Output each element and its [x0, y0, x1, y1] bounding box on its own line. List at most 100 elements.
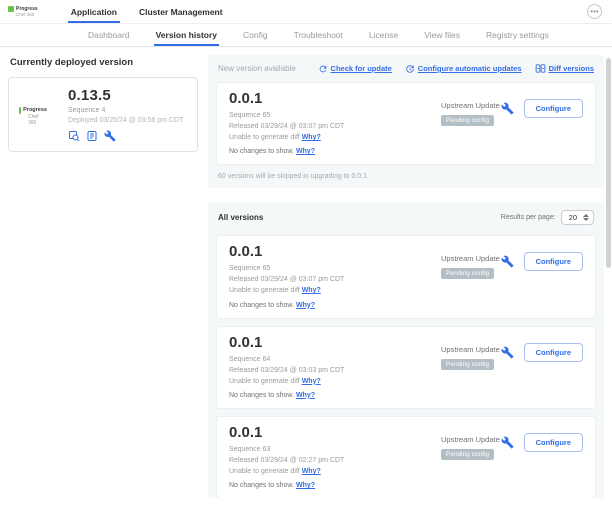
skip-notice: 60 versions will be skipped in upgrading… — [218, 173, 594, 180]
top-bar: Progress Chef 360 Application Cluster Ma… — [0, 0, 612, 24]
check-for-update-link[interactable]: Check for update — [318, 64, 392, 74]
no-changes-text: No changes to show. — [229, 302, 294, 309]
edit-config-icon[interactable] — [501, 255, 514, 268]
unable-diff-text: Unable to generate diff — [229, 378, 300, 385]
deployed-sequence: Sequence 4 — [68, 107, 183, 114]
deployed-version-panel: Currently deployed version Progress Chef… — [8, 55, 198, 498]
no-changes-status: No changes to show.Why? — [229, 148, 441, 155]
diff-versions-link[interactable]: Diff versions — [535, 63, 594, 74]
why-link[interactable]: Why? — [302, 378, 321, 385]
version-sequence: Sequence 65 — [229, 264, 441, 273]
subnav-dashboard[interactable]: Dashboard — [88, 24, 130, 46]
all-versions-section: All versions Results per page: 20 0.0.1 … — [208, 202, 604, 498]
release-notes-icon[interactable] — [86, 130, 98, 142]
deployed-timestamp: Deployed 03/25/24 @ 03:56 pm CDT — [68, 117, 183, 124]
no-changes-status: No changes to show.Why? — [229, 392, 441, 399]
version-released: Released 03/29/24 @ 03:07 pm CDT — [229, 122, 441, 131]
new-version-card: 0.0.1 Sequence 65 Released 03/29/24 @ 03… — [216, 82, 596, 165]
upstream-update-label: Upstream Update — [441, 101, 500, 110]
version-row: 0.0.1 Sequence 65 Released 03/29/24 @ 03… — [216, 235, 596, 318]
scrollbar[interactable] — [606, 58, 611, 268]
logo-product: Chef 360 — [16, 12, 38, 17]
diff-status: Unable to generate diffWhy? — [229, 467, 441, 476]
diff-status: Unable to generate diffWhy? — [229, 133, 441, 142]
why-link[interactable]: Why? — [296, 482, 315, 489]
configure-button[interactable]: Configure — [524, 252, 583, 271]
diff-status: Unable to generate diffWhy? — [229, 377, 441, 386]
version-number: 0.0.1 — [229, 90, 441, 107]
subnav-config[interactable]: Config — [243, 24, 268, 46]
tab-cluster-management[interactable]: Cluster Management — [136, 0, 226, 23]
subnav-view-files[interactable]: View files — [424, 24, 460, 46]
configure-button[interactable]: Configure — [524, 433, 583, 452]
version-released: Released 03/29/24 @ 03:07 pm CDT — [229, 275, 441, 284]
pending-config-badge: Pending config — [441, 449, 494, 460]
pending-config-badge: Pending config — [441, 115, 494, 126]
all-versions-title: All versions — [218, 213, 263, 222]
diff-status: Unable to generate diffWhy? — [229, 286, 441, 295]
unable-diff-text: Unable to generate diff — [229, 287, 300, 294]
logo-product: Chef 360 — [28, 114, 47, 126]
new-version-title: New version available — [218, 64, 296, 73]
logo-icon — [19, 107, 21, 114]
no-changes-text: No changes to show. — [229, 392, 294, 399]
deployed-version-number: 0.13.5 — [68, 87, 183, 104]
diff-icon — [535, 63, 546, 74]
version-history-panel: New version available Check for update C… — [208, 55, 604, 498]
pending-config-badge: Pending config — [441, 359, 494, 370]
unable-diff-text: Unable to generate diff — [229, 468, 300, 475]
tab-application[interactable]: Application — [68, 0, 120, 23]
app-logo-small: Progress Chef 360 — [19, 87, 47, 142]
deployed-heading: Currently deployed version — [10, 57, 198, 68]
refresh-icon — [318, 64, 328, 74]
version-sequence: Sequence 64 — [229, 355, 441, 364]
unable-diff-text: Unable to generate diff — [229, 134, 300, 141]
version-number: 0.0.1 — [229, 243, 441, 260]
why-link[interactable]: Why? — [302, 468, 321, 475]
results-per-page-label: Results per page: — [501, 214, 556, 221]
version-released: Released 03/29/24 @ 02:27 pm CDT — [229, 456, 441, 465]
edit-config-icon[interactable] — [501, 436, 514, 449]
logo-brand: Progress — [23, 107, 47, 113]
results-per-page-select[interactable]: 20 — [561, 210, 594, 225]
upstream-update-label: Upstream Update — [441, 345, 500, 354]
version-row: 0.0.1 Sequence 63 Released 03/29/24 @ 02… — [216, 416, 596, 498]
version-row: 0.0.1 Sequence 64 Released 03/29/24 @ 03… — [216, 326, 596, 409]
subnav-version-history[interactable]: Version history — [156, 24, 217, 46]
why-link[interactable]: Why? — [302, 134, 321, 141]
logo-icon — [8, 6, 14, 12]
version-sequence: Sequence 65 — [229, 111, 441, 120]
version-number: 0.0.1 — [229, 334, 441, 351]
configure-automatic-updates-link[interactable]: Configure automatic updates — [405, 64, 522, 74]
no-changes-status: No changes to show.Why? — [229, 302, 441, 309]
stepper-icon — [583, 214, 589, 221]
deployed-version-card: Progress Chef 360 0.13.5 Sequence 4 Depl… — [8, 77, 198, 152]
configure-button[interactable]: Configure — [524, 99, 583, 118]
pending-config-badge: Pending config — [441, 268, 494, 279]
version-released: Released 03/29/24 @ 03:03 pm CDT — [229, 366, 441, 375]
preview-diff-icon[interactable] — [68, 130, 80, 142]
upstream-update-label: Upstream Update — [441, 254, 500, 263]
upstream-update-label: Upstream Update — [441, 435, 500, 444]
no-changes-status: No changes to show.Why? — [229, 482, 441, 489]
app-logo: Progress Chef 360 — [8, 0, 38, 23]
version-sequence: Sequence 63 — [229, 445, 441, 454]
why-link[interactable]: Why? — [302, 287, 321, 294]
edit-config-icon[interactable] — [501, 346, 514, 359]
why-link[interactable]: Why? — [296, 302, 315, 309]
why-link[interactable]: Why? — [296, 392, 315, 399]
subnav-troubleshoot[interactable]: Troubleshoot — [294, 24, 343, 46]
schedule-icon — [405, 64, 415, 74]
app-subnav: Dashboard Version history Config Trouble… — [0, 24, 612, 47]
configure-button[interactable]: Configure — [524, 343, 583, 362]
why-link[interactable]: Why? — [296, 148, 315, 155]
edit-config-icon[interactable] — [501, 102, 514, 115]
edit-config-icon[interactable] — [104, 130, 116, 142]
subnav-registry-settings[interactable]: Registry settings — [486, 24, 549, 46]
no-changes-text: No changes to show. — [229, 148, 294, 155]
section-gap — [208, 188, 604, 202]
no-changes-text: No changes to show. — [229, 482, 294, 489]
new-version-section: New version available Check for update C… — [208, 55, 604, 188]
overflow-menu-icon[interactable]: ••• — [587, 4, 602, 19]
subnav-license[interactable]: License — [369, 24, 398, 46]
